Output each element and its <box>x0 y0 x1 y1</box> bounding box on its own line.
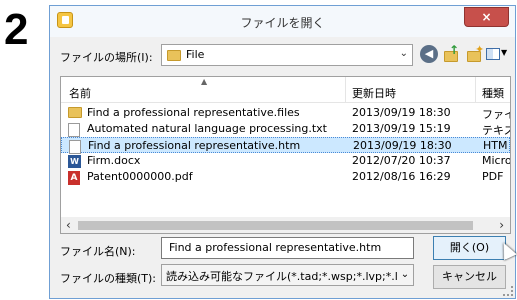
scroll-left-icon[interactable]: ‹ <box>66 218 71 232</box>
html-file-icon <box>69 140 81 154</box>
word-file-icon: W <box>68 155 81 168</box>
file-type: テキス <box>482 124 510 137</box>
file-date: 2013/09/19 18:30 <box>352 106 451 119</box>
chevron-down-icon: ⌄ <box>397 265 413 285</box>
scroll-thumb[interactable] <box>78 221 473 230</box>
sparkle-icon: ✦ <box>475 43 485 56</box>
filename-label: ファイル名(N): <box>60 245 136 258</box>
horizontal-scrollbar[interactable]: ‹ › <box>61 217 510 233</box>
step-number: 2 <box>4 5 29 54</box>
cancel-button[interactable]: キャンセル <box>433 265 506 289</box>
up-arrow-icon: ↑ <box>449 43 460 57</box>
file-name: Automated natural language processing.tx… <box>87 122 327 135</box>
pdf-file-icon: A <box>68 171 80 185</box>
filetype-value: 読み込み可能なファイル(*.tad;*.wsp;*.lvp;*.lvp) <box>166 270 414 283</box>
file-date: 2013/09/19 15:19 <box>352 122 451 135</box>
column-name[interactable]: 名前 <box>69 85 91 101</box>
location-label: ファイルの場所(I): <box>60 51 153 64</box>
file-name: Find a professional representative.files <box>87 106 300 119</box>
file-name: Find a professional representative.htm <box>88 139 301 152</box>
close-icon: × <box>481 10 492 24</box>
file-row[interactable]: Find a professional representative.files… <box>61 105 510 121</box>
file-type: Micro <box>482 154 511 167</box>
column-type[interactable]: 種類 <box>482 85 504 101</box>
file-date: 2012/07/20 10:37 <box>352 154 451 167</box>
filename-value: Find a professional representative.htm <box>169 241 382 254</box>
open-file-dialog: ファイルを開く × ファイルの場所(I): File ⌄ ◀ ↑ ✦ ▼ 名前 … <box>49 5 517 299</box>
new-folder-button[interactable]: ✦ <box>466 43 485 63</box>
resize-grip[interactable] <box>503 286 513 296</box>
filetype-label: ファイルの種類(T): <box>60 272 157 285</box>
chevron-down-icon: ▼ <box>501 48 508 57</box>
file-row[interactable]: W Firm.docx 2012/07/20 10:37 Micro <box>61 153 510 169</box>
view-menu-button[interactable]: ▼ <box>486 45 510 63</box>
location-dropdown[interactable]: File ⌄ <box>161 44 413 66</box>
file-type: ファイ. <box>482 108 510 121</box>
file-row[interactable]: A Patent0000000.pdf 2012/08/16 16:29 PDF <box>61 169 510 185</box>
folder-icon <box>167 50 181 61</box>
folder-icon <box>68 107 82 118</box>
open-button[interactable]: 開く(O) <box>433 236 506 260</box>
view-menu-icon <box>486 48 500 60</box>
file-type: PDF <box>482 170 504 183</box>
file-name: Firm.docx <box>87 154 141 167</box>
dialog-title: ファイルを開く <box>240 16 325 30</box>
file-row[interactable]: Automated natural language processing.tx… <box>61 121 510 137</box>
file-list[interactable]: 名前 ▲ 更新日時 種類 Find a professional represe… <box>60 76 511 234</box>
chevron-down-icon: ⌄ <box>399 48 408 59</box>
column-date[interactable]: 更新日時 <box>352 85 396 101</box>
file-type: HTM <box>483 139 508 152</box>
title-bar[interactable]: ファイルを開く × <box>50 6 515 37</box>
file-date: 2013/09/19 18:30 <box>353 139 452 152</box>
scroll-right-icon[interactable]: › <box>499 218 504 232</box>
file-date: 2012/08/16 16:29 <box>352 170 451 183</box>
folder-up-button[interactable]: ↑ <box>443 43 461 63</box>
list-header: 名前 ▲ 更新日時 種類 <box>61 77 510 103</box>
close-button[interactable]: × <box>464 7 509 27</box>
filename-input[interactable]: Find a professional representative.htm <box>161 237 414 259</box>
text-file-icon <box>68 123 80 137</box>
sort-ascending-icon: ▲ <box>201 77 208 86</box>
back-button[interactable]: ◀ <box>420 45 438 63</box>
filetype-select[interactable]: 読み込み可能なファイル(*.tad;*.wsp;*.lvp;*.lvp) ⌄ <box>161 264 414 286</box>
location-value: File <box>186 48 205 61</box>
file-row-selected[interactable]: Find a professional representative.htm 2… <box>61 137 510 154</box>
file-name: Patent0000000.pdf <box>87 170 193 183</box>
